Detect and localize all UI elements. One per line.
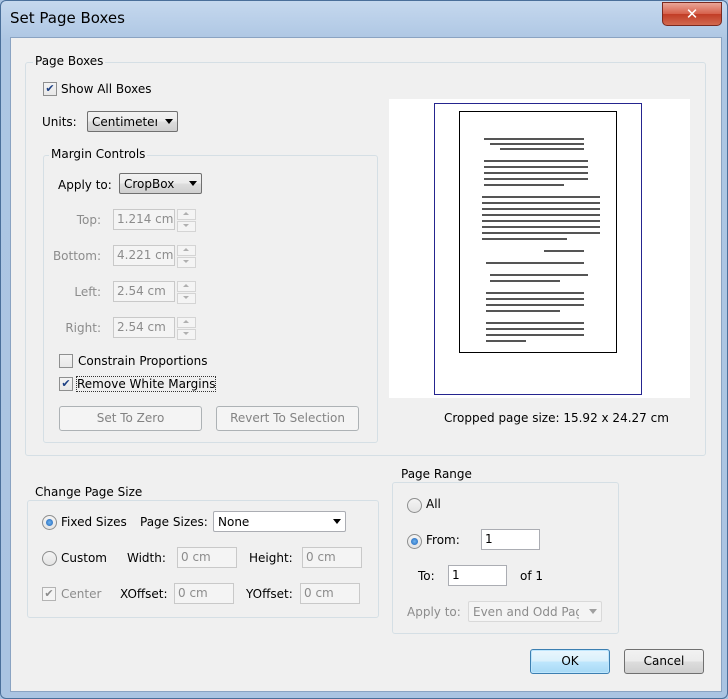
page-boxes-legend: Page Boxes xyxy=(33,54,106,68)
page-count-label: of 1 xyxy=(520,569,544,583)
height-input[interactable]: 0 cm xyxy=(302,547,362,568)
fixed-sizes-label[interactable]: Fixed Sizes xyxy=(61,515,127,529)
page-range-apply-to-value: Even and Odd Pages xyxy=(473,605,579,619)
apply-to-value: CropBox xyxy=(124,177,175,191)
center-label[interactable]: Center xyxy=(61,587,101,601)
fixed-sizes-radio[interactable] xyxy=(42,515,57,530)
yoffset-input[interactable]: 0 cm xyxy=(300,583,360,604)
crop-box-outline xyxy=(459,111,617,353)
change-page-size-legend: Change Page Size xyxy=(33,485,145,499)
ok-button[interactable]: OK xyxy=(530,649,610,674)
bottom-input[interactable]: 4.221 cm xyxy=(113,245,175,266)
margin-controls-group xyxy=(43,155,378,443)
units-label: Units: xyxy=(42,115,77,129)
page-sizes-value: None xyxy=(218,515,250,529)
xoffset-label: XOffset: xyxy=(120,587,168,601)
remove-white-margins-checkbox[interactable]: ✔ xyxy=(59,377,73,391)
dialog-title: Set Page Boxes xyxy=(10,9,125,27)
set-to-zero-button[interactable]: Set To Zero xyxy=(59,406,202,431)
close-button[interactable]: ✕ xyxy=(662,2,722,26)
show-all-boxes-checkbox[interactable]: ✔ xyxy=(43,82,57,96)
width-label: Width: xyxy=(127,551,166,565)
left-input[interactable]: 2.54 cm xyxy=(113,281,175,302)
cropped-page-size-label: Cropped page size: 15.92 x 24.27 cm xyxy=(444,411,669,425)
top-spinner[interactable] xyxy=(177,209,196,232)
from-radio[interactable] xyxy=(407,534,422,549)
chevron-down-icon xyxy=(165,119,173,124)
right-input[interactable]: 2.54 cm xyxy=(113,317,175,338)
chevron-down-icon xyxy=(189,181,197,186)
dialog-window: Set Page Boxes ✕ Page Boxes ✔ Show All B… xyxy=(0,0,728,699)
height-label: Height: xyxy=(249,551,293,565)
remove-white-margins-label[interactable]: Remove White Margins xyxy=(75,376,217,392)
bottom-spinner[interactable] xyxy=(177,245,196,268)
to-label: To: xyxy=(418,569,435,583)
constrain-proportions-label[interactable]: Constrain Proportions xyxy=(78,354,208,368)
custom-label[interactable]: Custom xyxy=(61,551,107,565)
units-select[interactable]: Centimeters xyxy=(87,111,178,132)
top-input[interactable]: 1.214 cm xyxy=(113,209,175,230)
apply-to-label: Apply to: xyxy=(58,178,112,192)
all-pages-radio[interactable] xyxy=(407,498,422,513)
width-input[interactable]: 0 cm xyxy=(177,547,237,568)
bottom-label: Bottom: xyxy=(52,249,101,263)
all-pages-label[interactable]: All xyxy=(426,497,441,511)
right-spinner[interactable] xyxy=(177,317,196,340)
apply-to-select[interactable]: CropBox xyxy=(119,173,202,194)
cancel-button[interactable]: Cancel xyxy=(624,649,704,674)
chevron-down-icon xyxy=(589,609,597,614)
page-range-apply-to-select[interactable]: Even and Odd Pages xyxy=(468,601,602,622)
from-label[interactable]: From: xyxy=(426,533,460,547)
chevron-down-icon xyxy=(333,519,341,524)
left-spinner[interactable] xyxy=(177,281,196,304)
page-sizes-select[interactable]: None xyxy=(213,511,346,532)
page-range-legend: Page Range xyxy=(399,467,474,481)
revert-to-selection-button[interactable]: Revert To Selection xyxy=(216,406,359,431)
to-input[interactable]: 1 xyxy=(448,565,507,586)
dialog-body: Page Boxes ✔ Show All Boxes Units: Centi… xyxy=(10,37,722,692)
title-bar[interactable]: Set Page Boxes ✕ xyxy=(1,1,728,35)
page-sizes-label: Page Sizes: xyxy=(140,515,208,529)
page-range-apply-to-label: Apply to: xyxy=(407,605,461,619)
left-label: Left: xyxy=(74,285,101,299)
show-all-boxes-label[interactable]: Show All Boxes xyxy=(61,82,151,96)
units-value: Centimeters xyxy=(92,115,157,129)
top-label: Top: xyxy=(76,213,101,227)
page-preview xyxy=(389,99,690,398)
xoffset-input[interactable]: 0 cm xyxy=(174,583,234,604)
custom-radio[interactable] xyxy=(42,551,57,566)
center-checkbox[interactable]: ✔ xyxy=(42,587,56,601)
right-label: Right: xyxy=(65,321,101,335)
from-input[interactable]: 1 xyxy=(481,529,540,550)
close-icon: ✕ xyxy=(685,5,699,23)
yoffset-label: YOffset: xyxy=(246,587,293,601)
constrain-proportions-checkbox[interactable] xyxy=(59,354,73,368)
margin-controls-legend: Margin Controls xyxy=(49,147,148,161)
